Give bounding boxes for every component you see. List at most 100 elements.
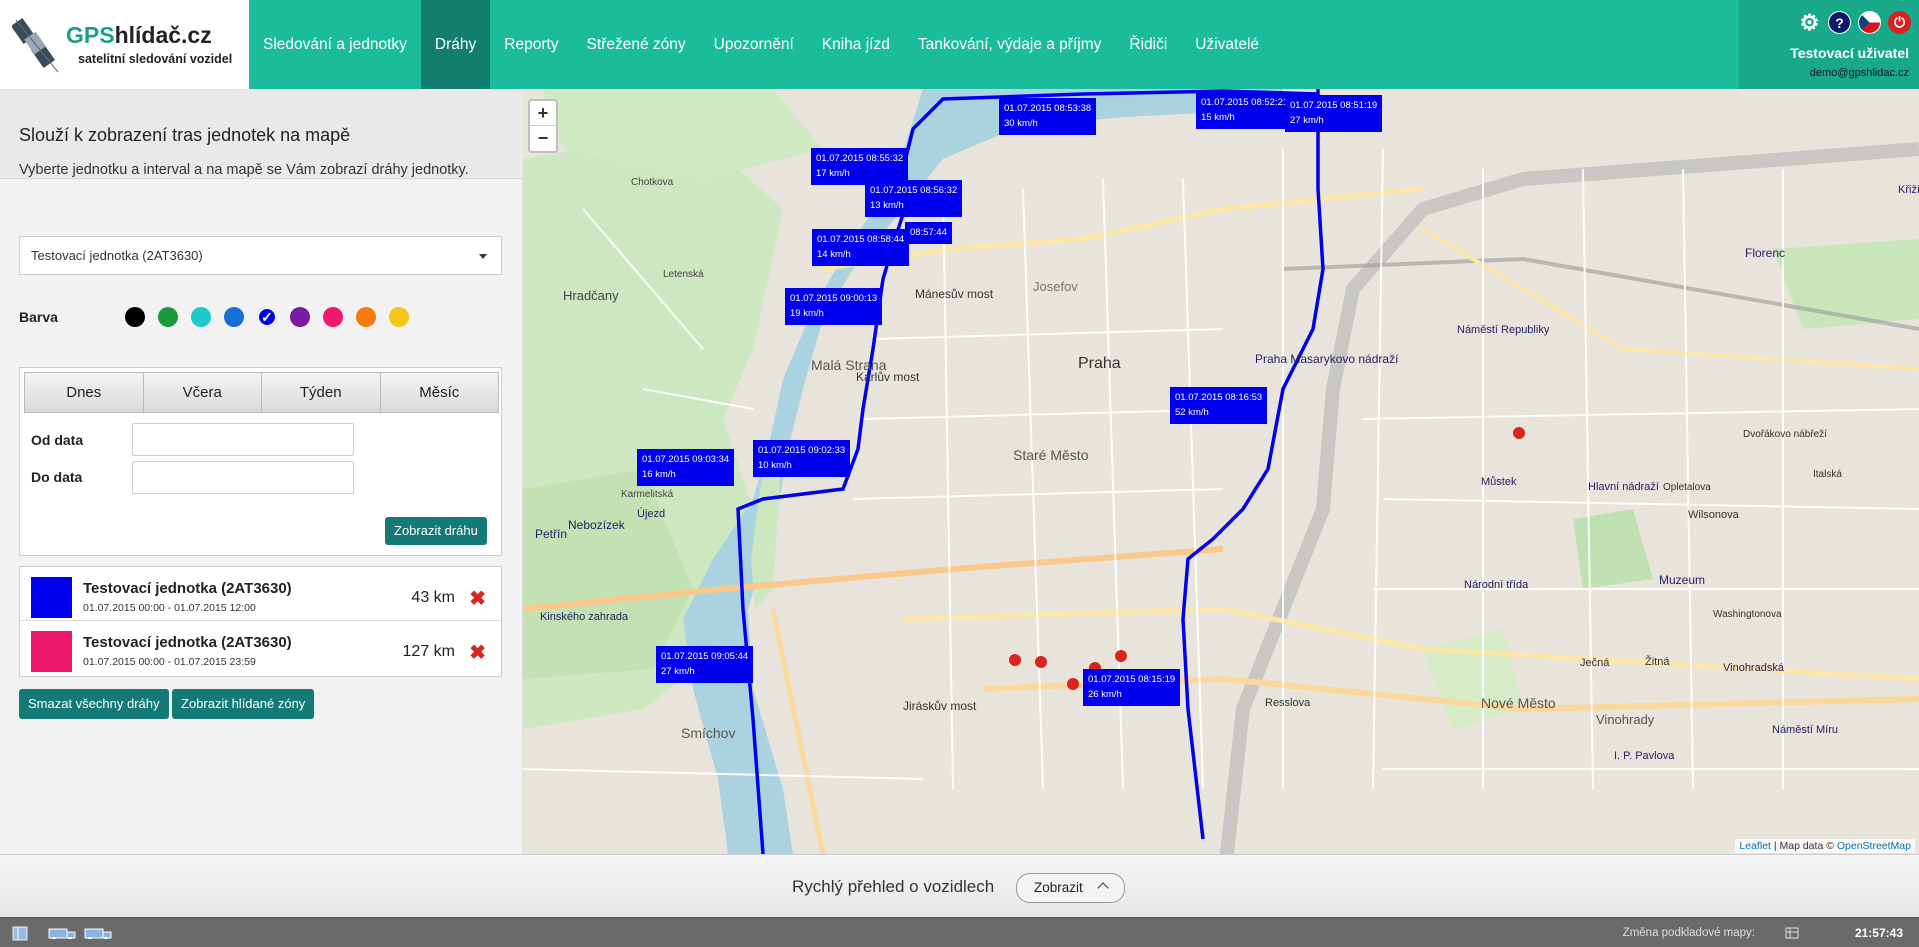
map-label: Smíchov bbox=[681, 725, 736, 741]
color-swatch-2[interactable] bbox=[191, 307, 211, 327]
nav-item-2[interactable]: Reporty bbox=[490, 0, 572, 89]
map-label: Wilsonova bbox=[1688, 509, 1739, 521]
marker-speed: 14 km/h bbox=[817, 249, 851, 260]
route-marker-tooltip[interactable]: 01.07.2015 09:03:34 16 km/h bbox=[637, 449, 735, 486]
quick-overview-label: Rychlý přehled o vozidlech bbox=[792, 877, 995, 896]
marker-time: 01.07.2015 08:58:44 bbox=[817, 234, 905, 245]
unit-select-value: Testovací jednotka (2AT3630) bbox=[31, 248, 203, 263]
map-label: Náměstí Republiky bbox=[1457, 324, 1550, 336]
main-nav: Sledování a jednotky Dráhy Reporty Střežené… bbox=[249, 0, 1273, 89]
marker-time: 01.07.2015 08:16:53 bbox=[1175, 392, 1263, 403]
period-tabs: Dnes Včera Týden Měsíc bbox=[24, 372, 499, 413]
period-tab-3[interactable]: Měsíc bbox=[381, 373, 499, 412]
user-name[interactable]: Testovací uživatel bbox=[1790, 45, 1909, 61]
sidebar-toggle-icon[interactable] bbox=[12, 926, 28, 941]
marker-speed: 13 km/h bbox=[870, 200, 904, 211]
user-panel: ⚙ ? ⏻ Testovací uživatel demo@gpshlidac.… bbox=[1739, 0, 1919, 89]
unit-select[interactable]: Testovací jednotka (2AT3630) bbox=[19, 236, 502, 275]
nav-item-7[interactable]: Řidiči bbox=[1115, 0, 1181, 89]
route-marker-tooltip[interactable]: 01.07.2015 08:51:19 27 km/h bbox=[1285, 95, 1383, 132]
leaflet-link[interactable]: Leaflet bbox=[1739, 840, 1771, 852]
period-tab-1[interactable]: Včera bbox=[144, 373, 262, 412]
period-tab-0[interactable]: Dnes bbox=[25, 373, 144, 412]
nav-item-8[interactable]: Uživatelé bbox=[1181, 0, 1273, 89]
clock: 21:57:43 bbox=[1854, 926, 1903, 940]
map-label: I. P. Pavlova bbox=[1614, 750, 1675, 762]
marker-time: 01.07.2015 09:03:34 bbox=[642, 454, 730, 465]
route-marker-tooltip[interactable]: 01.07.2015 09:02:33 10 km/h bbox=[753, 440, 851, 477]
zoom-in-button[interactable]: + bbox=[530, 101, 556, 126]
nav-item-6[interactable]: Tankování, výdaje a příjmy bbox=[904, 0, 1116, 89]
map-label: Muzeum bbox=[1659, 573, 1706, 587]
from-date-input[interactable] bbox=[132, 423, 354, 456]
route-marker-tooltip[interactable]: 01.07.2015 08:56:32 13 km/h bbox=[865, 180, 963, 217]
color-swatch-1[interactable] bbox=[158, 307, 178, 327]
quick-overview-button[interactable]: Zobrazit bbox=[1016, 873, 1125, 903]
status-bar: Změna podkladové mapy: 21:57:43 bbox=[0, 917, 1919, 947]
map-label: Praha bbox=[1078, 355, 1121, 372]
map-label: Opletalova bbox=[1663, 482, 1711, 493]
help-icon[interactable]: ? bbox=[1828, 11, 1851, 34]
track-distance: 43 km bbox=[411, 589, 455, 606]
route-marker-tooltip[interactable]: 01.07.2015 08:53:38 30 km/h bbox=[999, 98, 1097, 135]
marker-speed: 10 km/h bbox=[758, 460, 792, 471]
color-swatch-6[interactable] bbox=[323, 307, 343, 327]
show-track-button[interactable]: Zobrazit dráhu bbox=[385, 517, 487, 545]
marker-time: 08:57:44 bbox=[910, 227, 947, 238]
map-label: Washingtonova bbox=[1713, 609, 1782, 620]
logout-power-icon[interactable]: ⏻ bbox=[1888, 11, 1911, 34]
chevron-down-icon bbox=[479, 254, 487, 259]
map-label: Ječná bbox=[1580, 657, 1610, 669]
marker-speed: 17 km/h bbox=[816, 168, 850, 179]
color-swatch-8[interactable] bbox=[389, 307, 409, 327]
period-tab-2[interactable]: Týden bbox=[262, 373, 381, 412]
map-label: Praha Masarykovo nádraží bbox=[1255, 352, 1399, 366]
truck-icon[interactable] bbox=[84, 924, 114, 939]
marker-time: 01.07.2015 08:51:19 bbox=[1290, 100, 1378, 111]
map-label: Náměstí Míru bbox=[1772, 724, 1839, 736]
truck-icon[interactable] bbox=[48, 924, 78, 939]
route-marker-tooltip[interactable]: 01.07.2015 08:16:53 52 km/h bbox=[1170, 387, 1268, 424]
logo[interactable]: GPShlídač.cz satelitní sledování vozidel bbox=[0, 0, 249, 89]
delete-track-icon[interactable]: ✖ bbox=[469, 586, 486, 611]
basemap-layers-icon[interactable] bbox=[1785, 926, 1799, 941]
route-marker-tooltip[interactable]: 01.07.2015 08:58:44 14 km/h bbox=[812, 229, 910, 266]
attribution-text: | Map data © bbox=[1770, 840, 1837, 852]
zoom-out-button[interactable]: − bbox=[530, 126, 556, 151]
color-swatch-0[interactable] bbox=[125, 307, 145, 327]
color-swatch-4[interactable]: ✓ bbox=[257, 307, 277, 327]
to-date-input[interactable] bbox=[132, 461, 354, 494]
route-marker-tooltip[interactable]: 08:57:44 bbox=[905, 222, 952, 244]
color-swatch-7[interactable] bbox=[356, 307, 376, 327]
route-marker-tooltip[interactable]: 01.07.2015 09:00:13 19 km/h bbox=[785, 288, 883, 325]
map-label: Žitná bbox=[1645, 656, 1670, 668]
track-list: Testovací jednotka (2AT3630) 01.07.2015 0… bbox=[19, 566, 502, 677]
quick-overview-button-label: Zobrazit bbox=[1034, 880, 1083, 895]
osm-link[interactable]: OpenStreetMap bbox=[1837, 840, 1911, 852]
map-label: Resslova bbox=[1265, 697, 1311, 709]
nav-item-0[interactable]: Sledování a jednotky bbox=[249, 0, 421, 89]
delete-track-icon[interactable]: ✖ bbox=[469, 640, 486, 665]
marker-time: 01.07.2015 08:56:32 bbox=[870, 185, 958, 196]
marker-speed: 19 km/h bbox=[790, 308, 824, 319]
color-swatch-3[interactable] bbox=[224, 307, 244, 327]
nav-item-1[interactable]: Dráhy bbox=[420, 0, 491, 89]
map-label: Národní třída bbox=[1464, 579, 1529, 591]
route-marker-tooltip[interactable]: 01.07.2015 08:52:21 15 km/h bbox=[1196, 92, 1294, 129]
nav-item-3[interactable]: Střežené zóny bbox=[573, 0, 700, 89]
map-label: Jiráskův most bbox=[903, 699, 977, 713]
marker-time: 01.07.2015 08:55:32 bbox=[816, 153, 904, 164]
color-swatch-5[interactable] bbox=[290, 307, 310, 327]
route-marker-tooltip[interactable]: 01.07.2015 09:05:44 27 km/h bbox=[656, 646, 754, 683]
map-label: Vinohrady bbox=[1596, 712, 1655, 727]
nav-item-5[interactable]: Kniha jízd bbox=[808, 0, 904, 89]
marker-speed: 52 km/h bbox=[1175, 407, 1209, 418]
nav-item-4[interactable]: Upozornění bbox=[700, 0, 808, 89]
settings-gear-icon[interactable]: ⚙ bbox=[1798, 10, 1821, 35]
map[interactable]: Praha Malá Strana Staré Město Nové Město Jos… bbox=[523, 89, 1919, 854]
route-marker-tooltip[interactable]: 01.07.2015 08:15:19 26 km/h bbox=[1083, 669, 1181, 706]
delete-all-tracks-button[interactable]: Smazat všechny dráhy bbox=[19, 689, 169, 719]
track-item: Testovací jednotka (2AT3630) 01.07.2015 0… bbox=[20, 620, 501, 673]
czech-flag-icon[interactable] bbox=[1858, 11, 1881, 34]
show-zones-button[interactable]: Zobrazit hlídané zóny bbox=[172, 689, 315, 719]
